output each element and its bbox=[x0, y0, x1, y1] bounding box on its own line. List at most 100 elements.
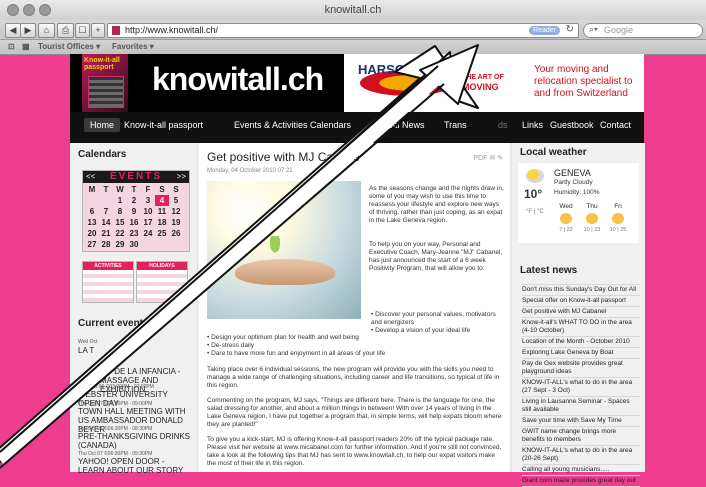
calendar-day[interactable]: 12 bbox=[169, 206, 183, 217]
nav-transport[interactable]: Trans bbox=[444, 120, 467, 130]
calendar-week-row: 13 14 15 16 17 18 19 bbox=[85, 217, 187, 228]
activities-calendar[interactable]: ACTIVITIES bbox=[82, 261, 134, 303]
calendar-week-row: 12345 bbox=[85, 195, 187, 206]
ad-brand: HARSCH bbox=[358, 62, 414, 77]
news-link[interactable]: Living in Lausanne Seminar - Spaces stil… bbox=[522, 397, 640, 416]
ad-tagline-line-1: THE ART OF bbox=[462, 74, 504, 81]
search-icon: ⌕▾ bbox=[589, 24, 598, 34]
calendar-day[interactable]: 6 bbox=[85, 206, 99, 217]
calendar-day[interactable]: 26 bbox=[169, 228, 183, 239]
calendar-day[interactable]: 20 bbox=[85, 228, 99, 239]
bullet-text: Design your optimum plan for health and … bbox=[211, 334, 359, 341]
news-link[interactable]: KNOW-IT-ALL's what to do in the area (20… bbox=[522, 446, 640, 465]
news-link[interactable]: Don't miss this Sunday's Day Out for All bbox=[522, 284, 640, 296]
calendar-day[interactable]: 13 bbox=[85, 217, 99, 228]
news-link[interactable]: KNOW-IT-ALL's what to do in the area (27… bbox=[522, 378, 640, 397]
site-logo[interactable]: knowitall.ch bbox=[152, 61, 324, 98]
news-link[interactable]: Know-it-all's WHAT TO DO in the area (4-… bbox=[522, 318, 640, 337]
calendar-weekday-row: MTWTFSS bbox=[85, 184, 187, 195]
nav-classifieds[interactable]: ds bbox=[498, 120, 508, 130]
nav-links[interactable]: Links bbox=[522, 120, 543, 130]
nav-contact[interactable]: Contact bbox=[600, 120, 631, 130]
news-link[interactable]: Special offer on Know-it-all passport bbox=[522, 296, 640, 307]
calendar-day[interactable]: 21 bbox=[99, 228, 113, 239]
event-title[interactable]: LA T bbox=[78, 346, 190, 355]
news-link[interactable]: Location of the Month - October 2010 bbox=[522, 337, 640, 348]
ad-banner[interactable]: HARSCH THE ART OF MOVING Your moving and… bbox=[344, 54, 644, 112]
calendar-day[interactable]: 18 bbox=[155, 217, 169, 228]
reload-icon[interactable]: ↻ bbox=[566, 24, 574, 35]
temperature-unit-toggle[interactable]: °F | °C bbox=[526, 209, 544, 215]
browser-toolbar: ◀ ▶ ⌂ ⎙ ☐ + http://www.knowitall.ch/ Rea… bbox=[0, 20, 706, 40]
events-calendar[interactable]: << EVENTS >> MTWTFSS 12345 6 7 8 9 10 11 12 13… bbox=[82, 170, 190, 252]
event-title[interactable]: PRE-THANKSGIVING DRINKS (CANADA) bbox=[78, 432, 190, 450]
forecast-day: Fri bbox=[614, 203, 622, 210]
calendar-day[interactable]: 2 bbox=[127, 195, 141, 206]
calendar-day[interactable]: 19 bbox=[169, 217, 183, 228]
calendar-week-row: 20 21 22 23 24 25 26 bbox=[85, 228, 187, 239]
calendar-day[interactable]: 17 bbox=[141, 217, 155, 228]
calendar-day[interactable]: 3 bbox=[141, 195, 155, 206]
calendar-day[interactable]: 22 bbox=[113, 228, 127, 239]
nav-home[interactable]: Home bbox=[84, 118, 121, 132]
calendar-day[interactable]: 30 bbox=[127, 239, 141, 250]
event-title[interactable]: YAHOO! OPEN DOOR - LEARN ABOUT OUR STORY bbox=[78, 457, 190, 475]
latest-news-title: Latest news bbox=[520, 265, 578, 276]
forecast-day: Thu bbox=[586, 203, 598, 210]
passport-badge[interactable]: Know-it-all passport bbox=[82, 54, 128, 112]
calendar-day[interactable]: 15 bbox=[113, 217, 127, 228]
calendar-day[interactable]: 10 bbox=[141, 206, 155, 217]
calendar-day[interactable]: 25 bbox=[155, 228, 169, 239]
grid-icon[interactable]: ▦ bbox=[22, 42, 30, 51]
calendar-day[interactable]: 9 bbox=[127, 206, 141, 217]
holidays-calendar[interactable]: HOLIDAYS bbox=[136, 261, 188, 303]
calendar-day[interactable]: 5 bbox=[169, 195, 183, 206]
forward-button[interactable]: ▶ bbox=[20, 23, 36, 38]
weekday-label: W bbox=[116, 185, 124, 194]
calendar-day[interactable]: 11 bbox=[155, 206, 169, 217]
back-arrow-icon: ◀ bbox=[9, 25, 17, 35]
article-title[interactable]: Get positive with MJ Cabane bbox=[207, 150, 360, 164]
weekday-label: S bbox=[159, 185, 165, 194]
calendar-day[interactable]: 23 bbox=[127, 228, 141, 239]
share-button[interactable]: ☐ bbox=[75, 23, 90, 38]
calendar-day[interactable]: 29 bbox=[113, 239, 127, 250]
book-icon[interactable]: ⊡ bbox=[8, 42, 15, 51]
bookmark-tourist-offices[interactable]: Tourist Offices ▾ bbox=[38, 42, 100, 51]
calendar-day[interactable]: 24 bbox=[141, 228, 155, 239]
calendar-day[interactable]: 28 bbox=[99, 239, 113, 250]
news-link[interactable]: Exploring Lake Geneva by Boat bbox=[522, 348, 640, 359]
calendar-week-row: 27 28 29 30 bbox=[85, 239, 187, 250]
news-link[interactable]: Get positive with MJ Cabanel bbox=[522, 307, 640, 318]
article-tools-icons[interactable]: PDF ✉ ✎ bbox=[473, 154, 503, 162]
calendar-day[interactable]: 4 bbox=[155, 195, 169, 206]
calendar-day[interactable]: 7 bbox=[99, 206, 113, 217]
nav-local-news[interactable]: Local News bbox=[378, 120, 425, 130]
reader-button[interactable]: Reader bbox=[529, 26, 560, 35]
calendar-day[interactable]: 16 bbox=[127, 217, 141, 228]
passport-badge-label: Know-it-all passport bbox=[84, 57, 120, 71]
bookmark-favorites[interactable]: Favorites ▾ bbox=[112, 42, 154, 51]
nav-events-calendars[interactable]: Events & Activities Calendars bbox=[234, 120, 351, 130]
news-link[interactable]: Giant corn maze provides great day out bbox=[522, 476, 640, 487]
weather-widget: 10° GENEVA Partly Cloudy Humidity: 100% … bbox=[518, 163, 639, 243]
news-link[interactable]: Pay de Gex website provides great playgr… bbox=[522, 359, 640, 378]
calendars-title: Calendars bbox=[78, 149, 127, 160]
calendar-next-button[interactable]: >> bbox=[177, 172, 186, 181]
news-link[interactable]: GWIT name change brings more benefits to… bbox=[522, 427, 640, 446]
news-link[interactable]: Save your time with Save My Time bbox=[522, 416, 640, 427]
print-button[interactable]: ⎙ bbox=[57, 23, 74, 38]
nav-guestbook[interactable]: Guestbook bbox=[550, 120, 594, 130]
search-field[interactable]: ⌕▾ Google bbox=[583, 23, 703, 38]
nav-passport[interactable]: Know-it-all passport bbox=[124, 120, 203, 130]
calendar-day[interactable]: 27 bbox=[85, 239, 99, 250]
calendar-day[interactable]: 14 bbox=[99, 217, 113, 228]
calendar-day[interactable]: 8 bbox=[113, 206, 127, 217]
holidays-calendar-title: HOLIDAYS bbox=[137, 262, 187, 270]
news-link[interactable]: Calling all young musicians..... bbox=[522, 465, 640, 476]
home-button[interactable]: ⌂ bbox=[38, 23, 55, 38]
calendar-day[interactable]: 1 bbox=[113, 195, 127, 206]
address-bar[interactable]: http://www.knowitall.ch/ Reader ↻ bbox=[107, 23, 579, 38]
back-button[interactable]: ◀ bbox=[5, 23, 21, 38]
add-bookmark-button[interactable]: + bbox=[91, 23, 105, 38]
